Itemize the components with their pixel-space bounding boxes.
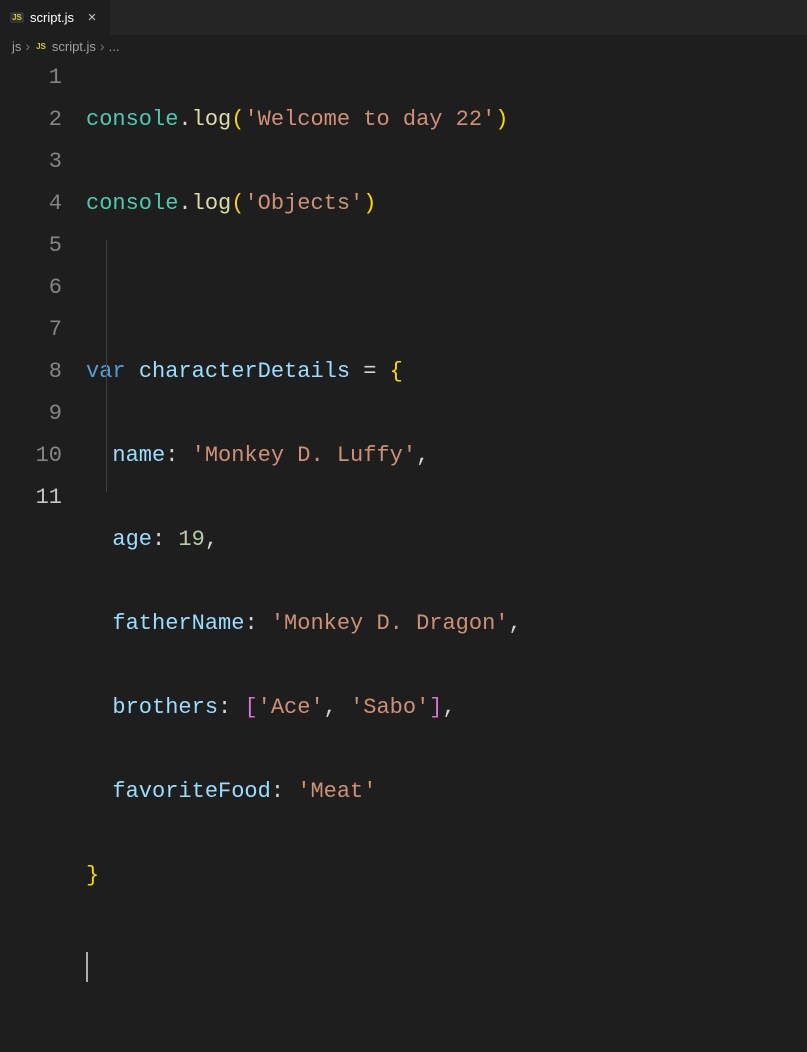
code-line[interactable]: brothers: ['Ace', 'Sabo'], <box>86 687 807 729</box>
tab-script-js[interactable]: JS script.js × <box>0 0 111 35</box>
line-number-gutter: 1 2 3 4 5 6 7 8 9 10 11 <box>0 57 86 1052</box>
line-number: 8 <box>0 351 62 393</box>
breadcrumb-symbol[interactable]: ... <box>109 39 120 54</box>
code-line[interactable]: var characterDetails = { <box>86 351 807 393</box>
js-file-icon: JS <box>10 12 24 23</box>
line-number: 4 <box>0 183 62 225</box>
code-line[interactable]: favoriteFood: 'Meat' <box>86 771 807 813</box>
code-line[interactable]: console.log('Objects') <box>86 183 807 225</box>
code-line[interactable]: fatherName: 'Monkey D. Dragon', <box>86 603 807 645</box>
code-line[interactable]: console.log('Welcome to day 22') <box>86 99 807 141</box>
line-number: 5 <box>0 225 62 267</box>
editor[interactable]: 1 2 3 4 5 6 7 8 9 10 11 console.log('Wel… <box>0 57 807 1052</box>
code-line[interactable] <box>86 939 807 981</box>
chevron-right-icon: › <box>25 38 30 54</box>
code-line[interactable]: age: 19, <box>86 519 807 561</box>
line-number: 11 <box>0 477 62 519</box>
code-line[interactable]: name: 'Monkey D. Luffy', <box>86 435 807 477</box>
line-number: 3 <box>0 141 62 183</box>
line-number: 2 <box>0 99 62 141</box>
code-area[interactable]: console.log('Welcome to day 22') console… <box>86 57 807 1052</box>
line-number: 1 <box>0 57 62 99</box>
js-file-icon: JS <box>34 42 48 51</box>
line-number: 9 <box>0 393 62 435</box>
line-number: 6 <box>0 267 62 309</box>
code-line[interactable]: } <box>86 855 807 897</box>
line-number: 10 <box>0 435 62 477</box>
breadcrumb-folder[interactable]: js <box>12 39 21 54</box>
indent-guide <box>106 240 107 492</box>
breadcrumb[interactable]: js › JS script.js › ... <box>0 35 807 57</box>
tab-bar: JS script.js × <box>0 0 807 35</box>
chevron-right-icon: › <box>100 38 105 54</box>
cursor <box>86 952 88 982</box>
close-icon[interactable]: × <box>84 10 100 26</box>
tab-label: script.js <box>30 10 74 25</box>
code-line[interactable] <box>86 267 807 309</box>
line-number: 7 <box>0 309 62 351</box>
breadcrumb-file[interactable]: script.js <box>52 39 96 54</box>
